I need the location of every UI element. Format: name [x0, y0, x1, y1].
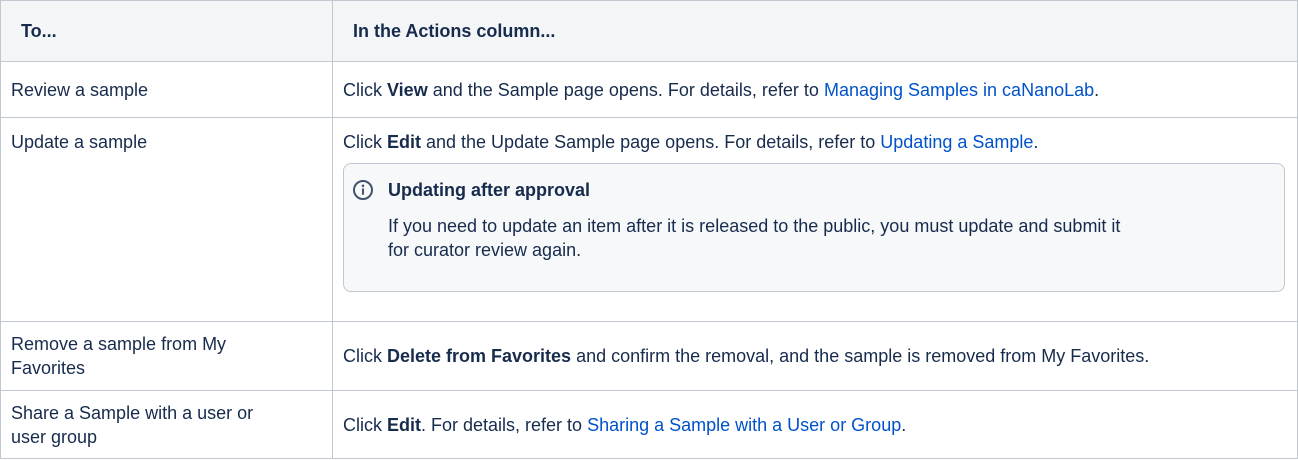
panel-content: Updating after approval If you need to u…	[388, 178, 1133, 262]
action-text: Click View and the Sample page opens. Fo…	[343, 78, 1287, 102]
table-row: Share a Sample with a user or user group…	[0, 390, 1298, 459]
action-cell: Click View and the Sample page opens. Fo…	[332, 61, 1298, 118]
table-row: Update a sample Click Edit and the Updat…	[0, 117, 1298, 322]
task-cell: Remove a sample from My Favorites	[0, 321, 333, 391]
panel-body: If you need to update an item after it i…	[388, 216, 1121, 260]
table-row: Remove a sample from My Favorites Click …	[0, 321, 1298, 391]
action-description: . For details, refer to	[421, 414, 588, 435]
action-description: and confirm the removal, and the sample …	[571, 346, 1150, 366]
action-cell: Click Edit and the Update Sample page op…	[332, 117, 1298, 322]
action-suffix: .	[1094, 79, 1100, 100]
action-prefix: Click	[343, 132, 387, 152]
managing-samples-link[interactable]: Managing Samples in caNanoLab	[824, 80, 1094, 100]
task-label: Remove a sample from My Favorites	[11, 334, 227, 378]
updating-sample-link[interactable]: Updating a Sample	[880, 132, 1033, 152]
task-cell: Share a Sample with a user or user group	[0, 390, 333, 459]
info-panel: Updating after approval If you need to u…	[343, 163, 1285, 292]
task-cell: Update a sample	[0, 117, 333, 322]
sharing-sample-link[interactable]: Sharing a Sample with a User or Group	[587, 415, 901, 435]
info-icon	[352, 179, 374, 201]
action-prefix: Click	[343, 346, 387, 366]
action-keyword: Edit	[387, 132, 421, 152]
action-prefix: Click	[343, 79, 387, 100]
header-actions-column: In the Actions column...	[332, 0, 1298, 62]
table-row: Review a sample Click View and the Sampl…	[0, 61, 1298, 118]
action-cell: Click Delete from Favorites and confirm …	[332, 321, 1298, 391]
action-text: Click Edit. For details, refer to Sharin…	[343, 413, 1287, 437]
action-prefix: Click	[343, 414, 387, 435]
task-cell: Review a sample	[0, 61, 333, 118]
task-label: Update a sample	[11, 132, 148, 152]
action-suffix: .	[1033, 132, 1039, 152]
task-label: Review a sample	[11, 79, 149, 100]
panel-title: Updating after approval	[388, 180, 591, 200]
action-description: and the Update Sample page opens. For de…	[421, 132, 881, 152]
table-header: To... In the Actions column...	[0, 0, 1298, 62]
action-keyword: View	[387, 79, 428, 100]
action-cell: Click Edit. For details, refer to Sharin…	[332, 390, 1298, 459]
action-keyword: Delete from Favorites	[387, 346, 572, 366]
action-suffix: .	[901, 414, 907, 435]
action-description: and the Sample page opens. For details, …	[427, 79, 824, 100]
header-row: To... In the Actions column...	[0, 0, 1298, 62]
action-keyword: Edit	[387, 414, 421, 435]
header-to: To...	[0, 0, 333, 62]
task-label: Share a Sample with a user or user group	[11, 402, 254, 447]
action-text: Click Delete from Favorites and confirm …	[343, 344, 1287, 368]
actions-table: To... In the Actions column... Review a …	[0, 0, 1298, 459]
action-text: Click Edit and the Update Sample page op…	[343, 130, 1287, 154]
table-body: Review a sample Click View and the Sampl…	[0, 61, 1298, 459]
